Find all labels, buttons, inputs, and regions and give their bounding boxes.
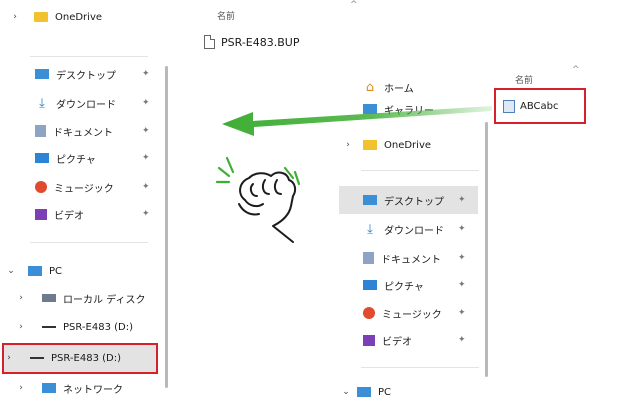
drag-arrow xyxy=(222,106,492,136)
grab-hand-icon xyxy=(215,156,301,243)
